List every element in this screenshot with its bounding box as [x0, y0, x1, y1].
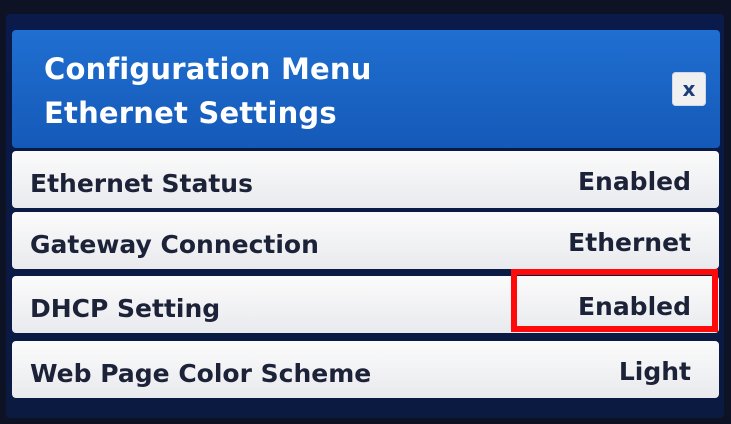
close-icon: x: [682, 77, 696, 101]
menu-header: Configuration Menu Ethernet Settings x: [12, 30, 720, 148]
setting-value: Light: [618, 357, 691, 386]
setting-label: DHCP Setting: [30, 294, 221, 323]
setting-row-ethernet-status[interactable]: Ethernet Status Enabled: [12, 151, 719, 208]
setting-value: Ethernet: [568, 228, 691, 257]
setting-row-web-page-color-scheme[interactable]: Web Page Color Scheme Light: [12, 341, 719, 398]
close-button[interactable]: x: [672, 72, 706, 106]
menu-subtitle: Ethernet Settings: [44, 96, 337, 130]
setting-value: Enabled: [577, 167, 691, 196]
setting-label: Web Page Color Scheme: [30, 359, 372, 388]
setting-label: Gateway Connection: [30, 230, 319, 259]
setting-row-gateway-connection[interactable]: Gateway Connection Ethernet: [12, 212, 719, 269]
menu-title: Configuration Menu: [44, 52, 372, 86]
setting-label: Ethernet Status: [30, 169, 253, 198]
highlight-box: [511, 269, 718, 332]
